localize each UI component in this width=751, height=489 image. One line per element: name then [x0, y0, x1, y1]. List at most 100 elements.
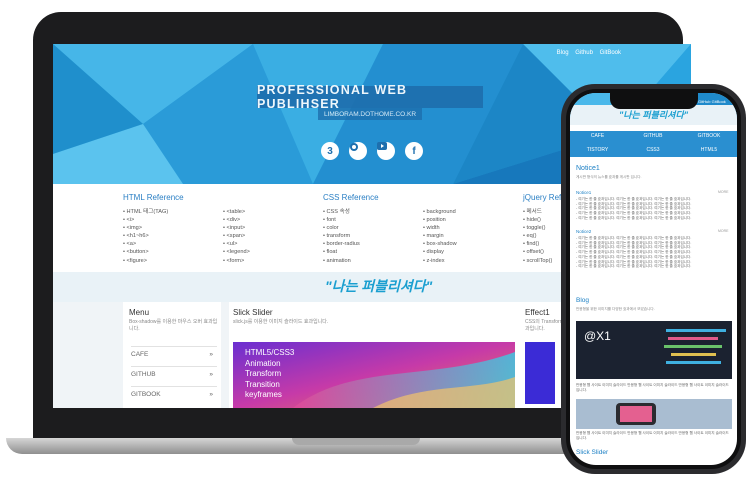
- ref-item[interactable]: • <figure>: [123, 257, 168, 265]
- phone-notice2-more[interactable]: MORE: [718, 229, 729, 233]
- menu-item-cafe[interactable]: CAFE»: [131, 346, 217, 358]
- ref-item[interactable]: • 메서드: [523, 208, 552, 216]
- blog-image-text: @X1: [584, 329, 611, 343]
- github-icon[interactable]: [349, 142, 367, 160]
- menu-desc: Box-shadow를 이용한 마우스 오버 효과입니다.: [129, 319, 218, 332]
- site-subtitle[interactable]: LIMBORAM.DOTHOME.CO.KR: [318, 108, 422, 120]
- ref-item[interactable]: • <div>: [223, 216, 250, 224]
- phone-screen: GitHub GitBook "나는 퍼블리셔다" CAFE GITHUB GI…: [570, 93, 737, 465]
- ref-item[interactable]: • HTML 태그(TAG): [123, 208, 168, 216]
- phone-notch: [610, 93, 698, 109]
- effect-card[interactable]: [525, 342, 555, 404]
- phone-notice1-label[interactable]: Notice1: [576, 190, 591, 195]
- css-reference-title[interactable]: CSS Reference: [323, 193, 379, 202]
- phone-nav-cafe[interactable]: CAFE: [570, 133, 625, 139]
- top-links: Blog Github GitBook: [552, 50, 621, 56]
- phone-blog-desc: 반응형을 위한 이미지를 다양한 효과에서 보았습니다.: [576, 307, 655, 311]
- notice-line[interactable]: - 여기는 한 줄 효과입니다. 여기는 한 줄 효과입니다. 여기는 한 줄 …: [576, 216, 691, 221]
- slick-title: Slick Slider: [233, 308, 273, 317]
- phone-nav-tistory[interactable]: TISTORY: [570, 147, 625, 153]
- menu-item-github[interactable]: GITHUB»: [131, 366, 217, 378]
- jquery-reference-title[interactable]: jQuery Refe: [523, 193, 566, 202]
- phone-top-links: GitHub GitBook: [698, 99, 726, 104]
- phone-notice-title: Notice1: [576, 165, 600, 172]
- phone-nav-github[interactable]: GITHUB: [625, 133, 681, 139]
- jquery-reference: jQuery Refe: [523, 193, 566, 206]
- facebook-icon[interactable]: f: [405, 142, 423, 160]
- ref-item[interactable]: • animation: [323, 257, 360, 265]
- ref-item[interactable]: • <form>: [223, 257, 250, 265]
- ref-item[interactable]: • background: [423, 208, 457, 216]
- phone-blog-image-2[interactable]: [576, 399, 732, 429]
- menu-title: Menu: [129, 308, 150, 317]
- notice-line[interactable]: - 여기는 한 줄 효과입니다. 여기는 한 줄 효과입니다. 여기는 한 줄 …: [576, 255, 691, 260]
- html-reference: HTML Reference: [123, 193, 184, 206]
- ref-item[interactable]: • position: [423, 216, 457, 224]
- css-ref-col1: • CSS 속성 • font • color • transform • bo…: [323, 208, 360, 265]
- phone-nav-css3[interactable]: CSS3: [625, 147, 681, 153]
- toplink-github[interactable]: Github: [575, 50, 593, 56]
- css3-icon[interactable]: 3: [321, 142, 339, 160]
- ref-item[interactable]: • box-shadow: [423, 240, 457, 248]
- phone-nav-gitbook[interactable]: GITBOOK: [681, 133, 737, 139]
- ref-item[interactable]: • z-index: [423, 257, 457, 265]
- phone-link-gitbook[interactable]: GitBook: [712, 99, 726, 104]
- phone-blog-caption-2: 반응형 웹 사이트 이미지 슬라이드 반응형 웹 사이트 이미지 슬라이드 반응…: [576, 431, 729, 440]
- menu-item-gitbook[interactable]: GITBOOK»: [131, 386, 217, 398]
- phone-blog-image-1[interactable]: @X1: [576, 321, 732, 379]
- phone-blog-title: Blog: [576, 297, 590, 304]
- menu-panel: Menu Box-shadow를 이용한 마우스 오버 효과입니다. CAFE»…: [123, 302, 221, 408]
- ref-item[interactable]: • toggle(): [523, 224, 552, 232]
- ref-item[interactable]: • <img>: [123, 224, 168, 232]
- ref-item[interactable]: • <input>: [223, 224, 250, 232]
- ref-item[interactable]: • float: [323, 248, 360, 256]
- site-title: PROFESSIONAL WEB PUBLIHSER: [257, 83, 483, 111]
- ref-item[interactable]: • border-radius: [323, 240, 360, 248]
- phone-notice1-more[interactable]: MORE: [718, 190, 729, 194]
- ref-item[interactable]: • font: [323, 216, 360, 224]
- youtube-icon[interactable]: [377, 142, 395, 160]
- toplink-blog[interactable]: Blog: [557, 50, 569, 56]
- slide-word: Animation: [245, 358, 281, 368]
- ref-item[interactable]: • <button>: [123, 248, 168, 256]
- ref-item[interactable]: • offset(): [523, 248, 552, 256]
- html-ref-col2: • <table> • <div> • <input> • <span> • <…: [223, 208, 250, 265]
- ref-item[interactable]: • <i>: [123, 216, 168, 224]
- phone-link-github[interactable]: GitHub: [698, 99, 710, 104]
- notice-line[interactable]: - 여기는 한 줄 효과입니다. 여기는 한 줄 효과입니다. 여기는 한 줄 …: [576, 236, 691, 241]
- phone-notice2-label[interactable]: Notice2: [576, 229, 591, 234]
- ref-item[interactable]: • <a>: [123, 240, 168, 248]
- ref-item[interactable]: • <table>: [223, 208, 250, 216]
- ref-item[interactable]: • <ul>: [223, 240, 250, 248]
- slogan-text: "나는 퍼블리셔다": [325, 278, 433, 294]
- ref-item[interactable]: • color: [323, 224, 360, 232]
- ref-item[interactable]: • scrollTop(): [523, 257, 552, 265]
- phone-blog-caption-1: 반응형 웹 사이트 이미지 슬라이드 반응형 웹 사이트 이미지 슬라이드 반응…: [576, 383, 729, 392]
- phone-notice1-list: - 여기는 한 줄 효과입니다. 여기는 한 줄 효과입니다. 여기는 한 줄 …: [576, 197, 691, 221]
- ref-item[interactable]: • display: [423, 248, 457, 256]
- ref-item[interactable]: • <legend>: [223, 248, 250, 256]
- ref-item[interactable]: • transform: [323, 232, 360, 240]
- html-ref-col1: • HTML 태그(TAG) • <i> • <img> • <h1~h6> •…: [123, 208, 168, 265]
- phone-notice2-list: - 여기는 한 줄 효과입니다. 여기는 한 줄 효과입니다. 여기는 한 줄 …: [576, 236, 691, 269]
- toplink-gitbook[interactable]: GitBook: [600, 50, 621, 56]
- notice-line[interactable]: - 여기는 한 줄 효과입니다. 여기는 한 줄 효과입니다. 여기는 한 줄 …: [576, 197, 691, 202]
- phone-nav-html5[interactable]: HTML5: [681, 147, 737, 153]
- slide-word: Transform: [245, 369, 282, 378]
- notice-line[interactable]: - 여기는 한 줄 효과입니다. 여기는 한 줄 효과입니다. 여기는 한 줄 …: [576, 264, 691, 269]
- ref-item[interactable]: • find(): [523, 240, 552, 248]
- phone-notice-desc: 게시판 형식의 뉴스를 효과를 게시판 입니다.: [576, 175, 642, 179]
- ref-item[interactable]: • hide(): [523, 216, 552, 224]
- ref-item[interactable]: • CSS 속성: [323, 208, 360, 216]
- jquery-ref-col1: • 메서드 • hide() • toggle() • eq() • find(…: [523, 208, 552, 265]
- laptop-notch: [292, 438, 420, 445]
- slide-word: Transition: [245, 379, 280, 389]
- ref-item[interactable]: • margin: [423, 232, 457, 240]
- ref-item[interactable]: • <h1~h6>: [123, 232, 168, 240]
- ref-item[interactable]: • width: [423, 224, 457, 232]
- ref-item[interactable]: • eq(): [523, 232, 552, 240]
- ref-item[interactable]: • <span>: [223, 232, 250, 240]
- html-reference-title[interactable]: HTML Reference: [123, 193, 184, 202]
- slick-slide-image[interactable]: HTML5/CSS3 Animation Transform Transitio…: [233, 342, 515, 408]
- slide-words: HTML5/CSS3 Animation Transform Transitio…: [245, 348, 294, 401]
